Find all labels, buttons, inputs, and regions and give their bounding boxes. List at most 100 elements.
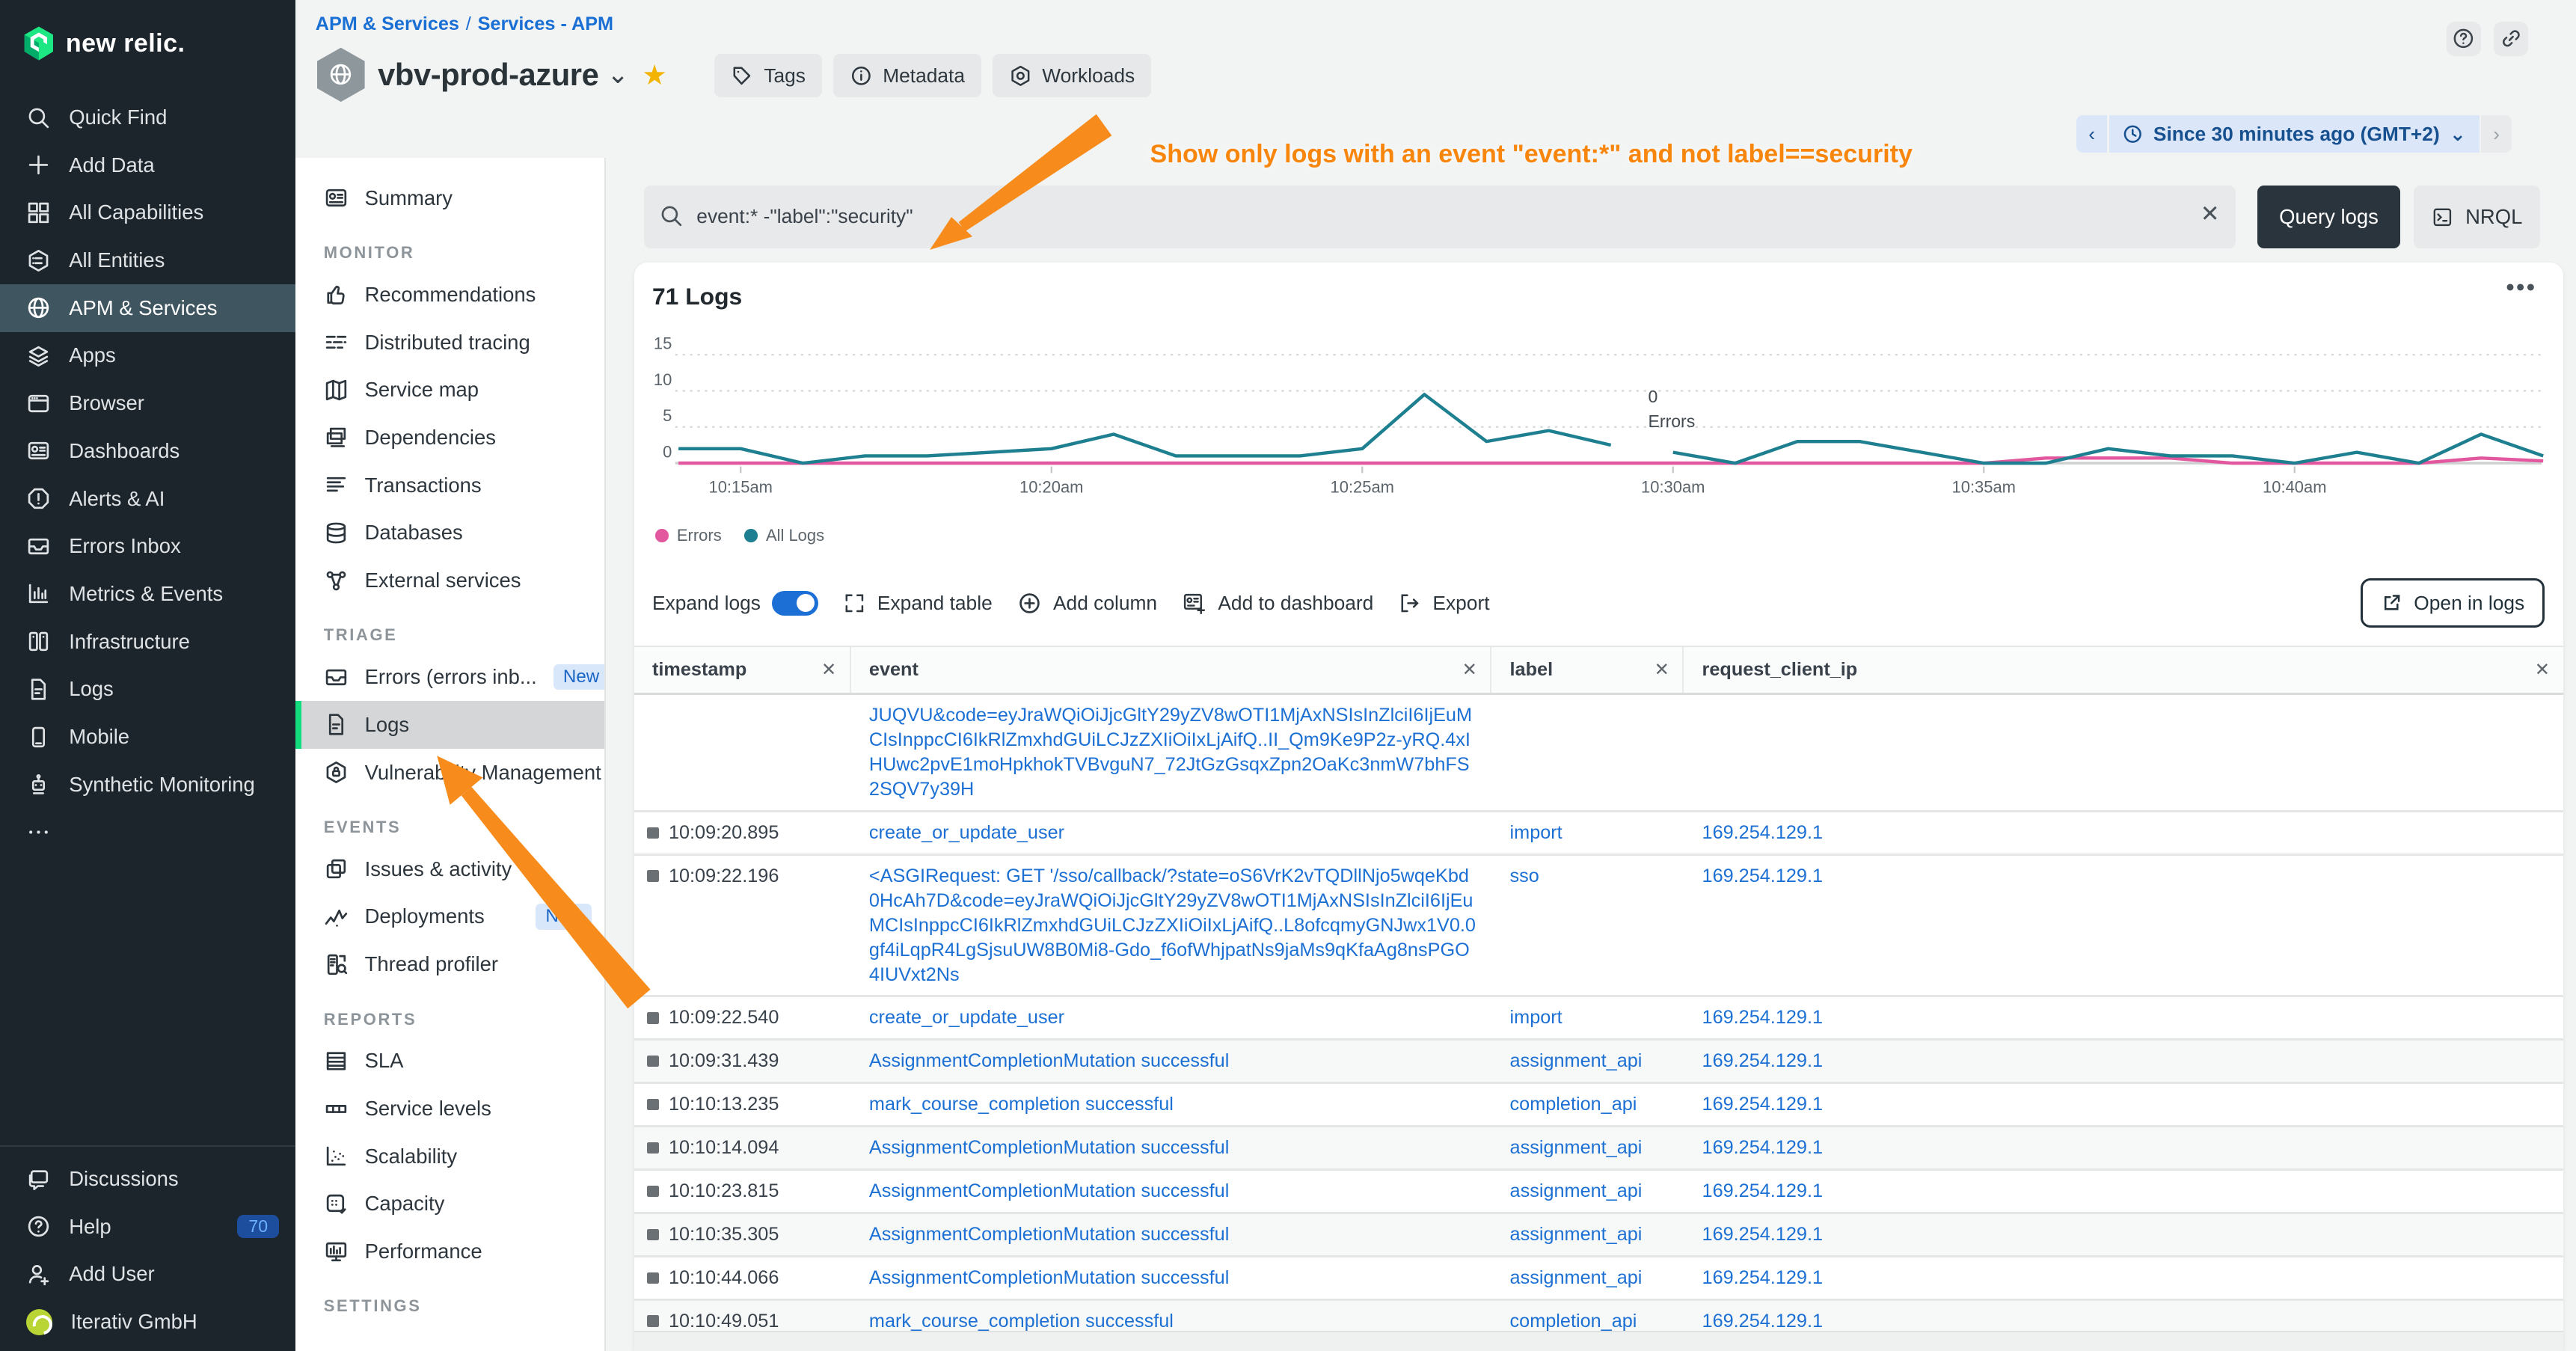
sidebar-item-all-entities[interactable]: All Entities <box>0 236 295 284</box>
request-ip-cell-link[interactable]: 169.254.129.1 <box>1702 866 1823 886</box>
log-row[interactable]: 10:10:23.815AssignmentCompletionMutation… <box>634 1171 2563 1214</box>
label-cell-link[interactable]: sso <box>1510 866 1539 886</box>
export-button[interactable]: Export <box>1398 592 1489 615</box>
subnav-item-databases[interactable]: Databases <box>295 509 604 557</box>
event-cell-link[interactable]: AssignmentCompletionMutation successful <box>869 1267 1229 1288</box>
label-cell-link[interactable]: assignment_api <box>1510 1050 1643 1071</box>
row-expand-icon[interactable] <box>647 1186 658 1197</box>
query-logs-button[interactable]: Query logs <box>2257 186 2400 248</box>
log-row[interactable]: JUQVU&code=eyJraWQiOiJjcGltY29yZV8wOTI1M… <box>634 695 2563 812</box>
row-expand-icon[interactable] <box>647 1142 658 1154</box>
sidebar-item-errors-inbox[interactable]: Errors Inbox <box>0 522 295 570</box>
table-scrollbar-track[interactable] <box>634 1331 2563 1350</box>
add-to-dashboard-button[interactable]: Add to dashboard <box>1182 591 1373 616</box>
event-cell-link[interactable]: AssignmentCompletionMutation successful <box>869 1180 1229 1201</box>
log-row[interactable]: 10:10:14.094AssignmentCompletionMutation… <box>634 1127 2563 1171</box>
event-cell-link[interactable]: create_or_update_user <box>869 822 1064 843</box>
sidebar-item-discussions[interactable]: Discussions <box>0 1155 295 1203</box>
subnav-item-sla[interactable]: SLA <box>295 1038 604 1085</box>
event-cell-link[interactable]: <ASGIRequest: GET '/sso/callback/?state=… <box>869 866 1476 985</box>
log-row[interactable]: 10:09:20.895create_or_update_userimport1… <box>634 812 2563 856</box>
row-expand-icon[interactable] <box>647 1229 658 1240</box>
row-expand-icon[interactable] <box>647 1056 658 1067</box>
event-cell-link[interactable]: JUQVU&code=eyJraWQiOiJjcGltY29yZV8wOTI1M… <box>869 705 1472 800</box>
clear-query-icon[interactable]: ✕ <box>2201 200 2220 227</box>
subnav-item-distributed-tracing[interactable]: Distributed tracing <box>295 319 604 367</box>
sidebar-item-add-data[interactable]: Add Data <box>0 141 295 189</box>
subnav-item-vulnerability-management[interactable]: Vulnerability Management <box>295 749 604 797</box>
tags-button[interactable]: Tags <box>714 54 821 96</box>
nrql-button[interactable]: NRQL <box>2414 186 2540 248</box>
subnav-item-errors-errors-inb[interactable]: Errors (errors inb...New <box>295 653 604 701</box>
label-cell-link[interactable]: assignment_api <box>1510 1180 1643 1201</box>
event-cell-link[interactable]: mark_course_completion successful <box>869 1311 1174 1332</box>
card-menu-ellipsis-icon[interactable]: ••• <box>2506 273 2536 301</box>
request-ip-cell-link[interactable]: 169.254.129.1 <box>1702 1137 1823 1158</box>
event-cell-link[interactable]: AssignmentCompletionMutation successful <box>869 1137 1229 1158</box>
log-row[interactable]: 10:10:49.051mark_course_completion succe… <box>634 1301 2563 1332</box>
label-cell-link[interactable]: import <box>1510 822 1563 843</box>
subnav-item-capacity[interactable]: Capacity <box>295 1180 604 1228</box>
row-expand-icon[interactable] <box>647 1272 658 1284</box>
label-cell-link[interactable]: completion_api <box>1510 1094 1637 1115</box>
sidebar-item-all-capabilities[interactable]: All Capabilities <box>0 189 295 237</box>
event-cell-link[interactable]: create_or_update_user <box>869 1007 1064 1028</box>
subnav-item-performance[interactable]: Performance <box>295 1228 604 1275</box>
row-expand-icon[interactable] <box>647 1315 658 1326</box>
subnav-item-summary[interactable]: Summary <box>295 174 604 222</box>
sidebar-item-synthetic-monitoring[interactable]: Synthetic Monitoring <box>0 761 295 809</box>
request-ip-cell-link[interactable]: 169.254.129.1 <box>1702 1050 1823 1071</box>
row-expand-icon[interactable] <box>647 1012 658 1023</box>
event-cell-link[interactable]: mark_course_completion successful <box>869 1094 1174 1115</box>
request-ip-cell-link[interactable]: 169.254.129.1 <box>1702 1094 1823 1115</box>
title-chevron-down-icon[interactable]: ⌄ <box>607 59 628 90</box>
add-column-button[interactable]: Add column <box>1017 591 1157 616</box>
request-ip-cell-link[interactable]: 169.254.129.1 <box>1702 822 1823 843</box>
label-cell-link[interactable]: assignment_api <box>1510 1267 1643 1288</box>
sidebar-item-alerts-ai[interactable]: Alerts & AI <box>0 475 295 523</box>
remove-column-icon[interactable]: ✕ <box>2535 659 2550 681</box>
request-ip-cell-link[interactable]: 169.254.129.1 <box>1702 1180 1823 1201</box>
remove-column-icon[interactable]: ✕ <box>821 659 836 681</box>
metadata-button[interactable]: Metadata <box>833 54 981 96</box>
request-ip-cell-link[interactable]: 169.254.129.1 <box>1702 1007 1823 1028</box>
log-query-input[interactable] <box>644 186 2236 248</box>
expand-table-button[interactable]: Expand table <box>843 592 993 615</box>
log-row[interactable]: 10:10:35.305AssignmentCompletionMutation… <box>634 1214 2563 1257</box>
sidebar-item-apps[interactable]: Apps <box>0 332 295 380</box>
time-back-button[interactable]: ‹ <box>2076 115 2108 153</box>
sidebar-item-apm-services[interactable]: APM & Services <box>0 284 295 332</box>
logs-timeseries-svg[interactable]: 05101510:15am10:20am10:25am10:30am10:35a… <box>652 337 2545 504</box>
event-cell-link[interactable]: AssignmentCompletionMutation successful <box>869 1224 1229 1245</box>
request-ip-cell-link[interactable]: 169.254.129.1 <box>1702 1224 1823 1245</box>
expand-logs-toggle[interactable] <box>772 591 818 616</box>
subnav-item-issues-activity[interactable]: Issues & activity <box>295 845 604 893</box>
log-row[interactable]: 10:10:44.066AssignmentCompletionMutation… <box>634 1257 2563 1301</box>
column-header-event[interactable]: event✕ <box>851 647 1492 693</box>
label-cell-link[interactable]: assignment_api <box>1510 1224 1643 1245</box>
sidebar-item-dashboards[interactable]: Dashboards <box>0 427 295 475</box>
log-row[interactable]: 10:09:22.540create_or_update_userimport1… <box>634 997 2563 1041</box>
subnav-item-scalability[interactable]: Scalability <box>295 1133 604 1180</box>
label-cell-link[interactable]: assignment_api <box>1510 1137 1643 1158</box>
log-row[interactable]: 10:09:31.439AssignmentCompletionMutation… <box>634 1041 2563 1084</box>
new-relic-logo[interactable]: new relic. <box>0 0 295 69</box>
help-circle-button[interactable] <box>2447 22 2481 56</box>
row-expand-icon[interactable] <box>647 1099 658 1110</box>
sidebar-item-metrics-events[interactable]: Metrics & Events <box>0 570 295 618</box>
label-cell-link[interactable]: import <box>1510 1007 1563 1028</box>
log-row[interactable]: 10:10:13.235mark_course_completion succe… <box>634 1084 2563 1127</box>
permalink-button[interactable] <box>2494 22 2528 56</box>
legend-errors[interactable]: Errors <box>655 526 721 545</box>
sidebar-item-mobile[interactable]: Mobile <box>0 713 295 761</box>
workloads-button[interactable]: Workloads <box>993 54 1151 96</box>
sidebar-item-help[interactable]: Help70 <box>0 1203 295 1251</box>
favorite-star-icon[interactable]: ★ <box>642 58 666 91</box>
sidebar-item-quick-find[interactable]: Quick Find <box>0 94 295 141</box>
remove-column-icon[interactable]: ✕ <box>1462 659 1477 681</box>
subnav-item-external-services[interactable]: External services <box>295 557 604 604</box>
sidebar-item-infrastructure[interactable]: Infrastructure <box>0 618 295 666</box>
subnav-item-transactions[interactable]: Transactions <box>295 462 604 509</box>
sidebar-item-browser[interactable]: Browser <box>0 379 295 427</box>
subnav-item-deployments[interactable]: DeploymentsNew <box>295 893 604 941</box>
